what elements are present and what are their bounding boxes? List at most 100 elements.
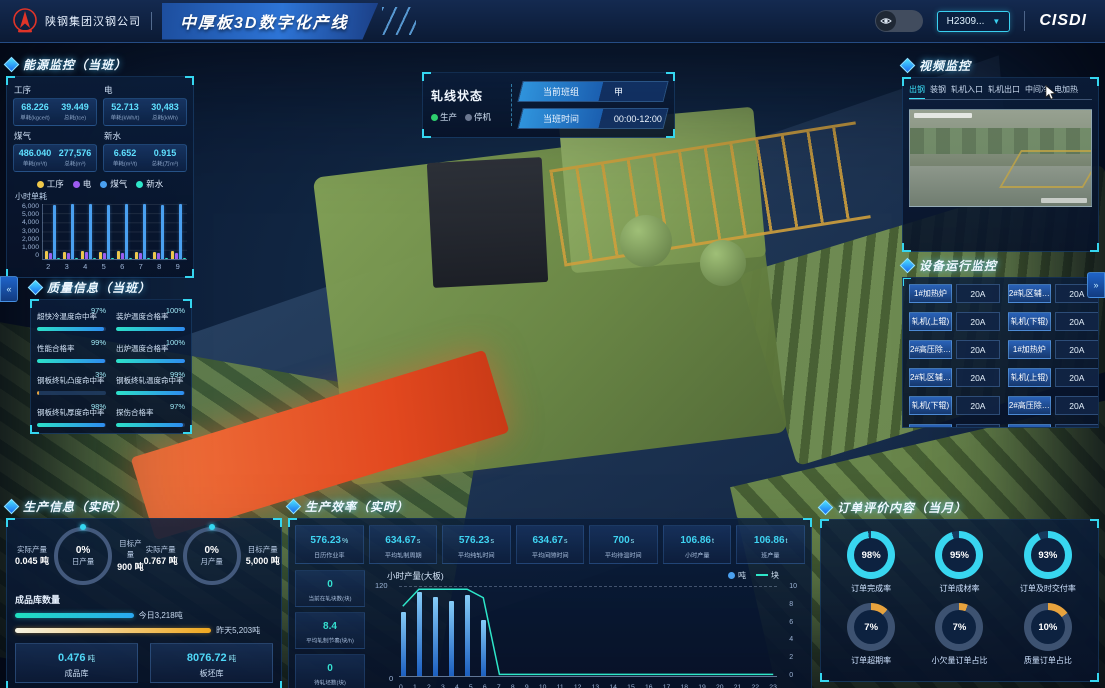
scene-drum bbox=[700, 240, 746, 286]
stat-card: 700s平均待温时间 bbox=[589, 525, 658, 564]
production-gauges: 实际产量0.045 吨 0%日产量 目标产量900 吨 实际产量0.767 吨 … bbox=[13, 525, 275, 591]
tab-charging[interactable]: 装钢 bbox=[930, 84, 946, 95]
rolling-status-legend: 生产 停机 bbox=[431, 111, 503, 123]
equipment-name-button[interactable]: 轧机(下辊) bbox=[909, 396, 952, 415]
panel-title: 能源监控（当班） bbox=[23, 56, 127, 73]
equipment-name-button[interactable]: 轧机(下辊) bbox=[1008, 312, 1051, 331]
equipment-name-button[interactable]: 2#轧区辅… bbox=[1008, 424, 1051, 428]
equipment-name-button[interactable]: 2#轧区辅… bbox=[1008, 284, 1051, 303]
equipment-name-button[interactable]: 1#加热炉 bbox=[909, 284, 952, 303]
energy-chart-yaxis: 6,0005,0004,0003,0002,0001,0000 bbox=[13, 204, 42, 260]
monthly-output-group: 实际产量0.767 吨 0%月产量 目标产量5,000 吨 bbox=[144, 527, 280, 585]
stat-card: 106.86t班产量 bbox=[736, 525, 805, 564]
equipment-monitor-panel: 设备运行监控 1#加热炉20A 2#轧区辅…20A 轧机(上辊)20A 轧机(下… bbox=[902, 256, 1099, 428]
scene-drum bbox=[620, 215, 672, 267]
equipment-name-button[interactable]: 2#高压除… bbox=[1008, 396, 1051, 415]
equipment-item: 2#轧区辅…20A bbox=[1008, 284, 1099, 303]
stock-bar-today: 今日3,218吨 bbox=[15, 610, 273, 621]
legend-item: 电 bbox=[73, 178, 92, 190]
order-metric: 10%质量订单占比 bbox=[1004, 603, 1092, 666]
equipment-name-button[interactable]: 2#轧区辅… bbox=[909, 368, 952, 387]
rolling-status-left: 轧线状态 生产 停机 bbox=[431, 87, 503, 123]
equipment-current-value: 20A bbox=[1055, 312, 1099, 331]
panel-header: 生产信息（实时） bbox=[6, 498, 282, 515]
panel-body: 轧线状态 生产 停机 当前班组 甲 当班时间 00:00-12:00 bbox=[422, 72, 675, 138]
chart-plot bbox=[399, 586, 777, 677]
energy-monitor-panel: 能源监控（当班） 工序 68.226单耗(kgce/t) 39.449总耗(tc… bbox=[6, 56, 194, 270]
order-metric: 7%小欠量订单占比 bbox=[915, 603, 1003, 666]
equipment-current-value: 20A bbox=[1055, 396, 1099, 415]
energy-quadrant-water: 新水 6.652单耗(m³/t) 0.915总耗(万m³) bbox=[103, 129, 187, 175]
shift-time-banner: 当班时间 00:00-12:00 bbox=[517, 108, 668, 129]
quality-metrics-grid: 超快冷温度命中率97% 装炉温度合格率100% 性能合格率99% 出炉温度合格率… bbox=[37, 306, 185, 427]
chart-title: 小时产量(大板) bbox=[387, 570, 444, 582]
panel-header: 设备运行监控 bbox=[902, 256, 1099, 274]
line-select-value: H2309... bbox=[947, 16, 985, 27]
diamond-icon bbox=[900, 57, 916, 73]
cisdi-logo: CISDI bbox=[1039, 12, 1087, 30]
quality-metric: 钢板终轧厚度命中率98% bbox=[37, 402, 106, 427]
quality-metric: 钢板终轧温度命中率99% bbox=[116, 370, 185, 395]
equipment-current-value: 20A bbox=[956, 424, 1000, 428]
equipment-name-button[interactable]: 轧机(上辊) bbox=[909, 312, 952, 331]
tab-mill-exit[interactable]: 轧机出口 bbox=[988, 84, 1020, 95]
shift-banner: 当前班组 甲 bbox=[517, 81, 668, 102]
side-stat: 0当前在轧块数(块) bbox=[295, 570, 365, 607]
company-name: 陕钢集团汉钢公司 bbox=[45, 13, 141, 29]
panel-body: 实际产量0.045 吨 0%日产量 目标产量900 吨 实际产量0.767 吨 … bbox=[6, 518, 282, 688]
panel-title: 质量信息（当班） bbox=[47, 279, 151, 296]
energy-chart-plot bbox=[42, 204, 187, 260]
quality-metric: 探伤合格率97% bbox=[116, 402, 185, 427]
video-yellow-railing bbox=[999, 150, 1092, 188]
legend-tons: 吨 bbox=[728, 570, 746, 581]
dashboard: 陕钢集团汉钢公司 中厚板3D数字化产线 H2309... ▼ CISDI « »… bbox=[0, 0, 1105, 688]
legend-production: 生产 bbox=[431, 111, 457, 123]
energy-quadrants: 工序 68.226单耗(kgce/t) 39.449总耗(tce) 电 52.7… bbox=[13, 83, 187, 175]
header-tools: H2309... ▼ CISDI bbox=[875, 10, 1087, 32]
daily-output-group: 实际产量0.045 吨 0%日产量 目标产量900 吨 bbox=[15, 527, 144, 585]
left-axis-max: 120 bbox=[375, 581, 388, 590]
legend-stopped: 停机 bbox=[465, 111, 491, 123]
panel-header: 能源监控（当班） bbox=[6, 56, 194, 73]
equipment-name-button[interactable]: 1#加热炉 bbox=[909, 424, 952, 428]
efficiency-side-stats: 0当前在轧块数(块) 8.4平均轧制节奏(块/h) 0待轧坯数(块) bbox=[295, 570, 365, 688]
video-monitor-panel: 视频监控 出钢 装钢 轧机入口 轧机出口 中间冷 电加热 bbox=[902, 56, 1099, 252]
scene-yellow-railings bbox=[549, 121, 871, 266]
panel-title: 视频监控 bbox=[919, 57, 971, 74]
collapse-right-tab[interactable]: » bbox=[1087, 272, 1105, 298]
diamond-icon bbox=[4, 57, 20, 73]
equipment-name-button[interactable]: 轧机(上辊) bbox=[1008, 368, 1051, 387]
video-camera-label-overlay bbox=[1041, 198, 1087, 203]
efficiency-stat-cards: 576.23%日历作业率 634.67s平均轧制周期 576.23s平均纯轧时间… bbox=[295, 525, 805, 564]
chart-legend: 吨 块 bbox=[728, 570, 779, 581]
slab-stock-box: 8076.72吨 板坯库 bbox=[150, 643, 273, 683]
panel-title: 订单评价内容（当月） bbox=[837, 499, 967, 516]
stat-card: 576.23%日历作业率 bbox=[295, 525, 364, 564]
equipment-name-button[interactable]: 1#加热炉 bbox=[1008, 340, 1051, 359]
panel-body: 工序 68.226单耗(kgce/t) 39.449总耗(tce) 电 52.7… bbox=[6, 76, 194, 278]
legend-item: 新水 bbox=[136, 178, 163, 190]
line-select-dropdown[interactable]: H2309... ▼ bbox=[937, 11, 1011, 32]
equipment-item: 2#轧区辅…20A bbox=[909, 368, 1000, 387]
quality-metric: 出炉温度合格率100% bbox=[116, 338, 185, 363]
monthly-output-gauge: 0%月产量 bbox=[183, 527, 241, 585]
panel-title: 生产信息（实时） bbox=[23, 498, 127, 515]
header-divider bbox=[1024, 11, 1025, 31]
eye-icon bbox=[876, 11, 896, 31]
diamond-icon bbox=[28, 279, 44, 295]
tab-tapping[interactable]: 出钢 bbox=[909, 84, 925, 95]
video-feed[interactable] bbox=[909, 109, 1092, 207]
equipment-item: 轧机(下辊)20A bbox=[1008, 312, 1099, 331]
visibility-toggle[interactable] bbox=[875, 10, 923, 32]
chevron-down-icon: ▼ bbox=[992, 17, 1000, 26]
equipment-grid: 1#加热炉20A 2#轧区辅…20A 轧机(上辊)20A 轧机(下辊)20A 2… bbox=[909, 284, 1092, 428]
stat-card: 576.23s平均纯轧时间 bbox=[442, 525, 511, 564]
panel-header: 生产效率（实时） bbox=[288, 498, 812, 515]
equipment-current-value: 20A bbox=[956, 312, 1000, 331]
quality-metric: 装炉温度合格率100% bbox=[116, 306, 185, 331]
collapse-left-tab[interactable]: « bbox=[0, 276, 18, 302]
tab-mill-entry[interactable]: 轧机入口 bbox=[951, 84, 983, 95]
equipment-name-button[interactable]: 2#高压除… bbox=[909, 340, 952, 359]
panel-body: 1#加热炉20A 2#轧区辅…20A 轧机(上辊)20A 轧机(下辊)20A 2… bbox=[902, 277, 1099, 428]
diamond-icon bbox=[4, 499, 20, 515]
